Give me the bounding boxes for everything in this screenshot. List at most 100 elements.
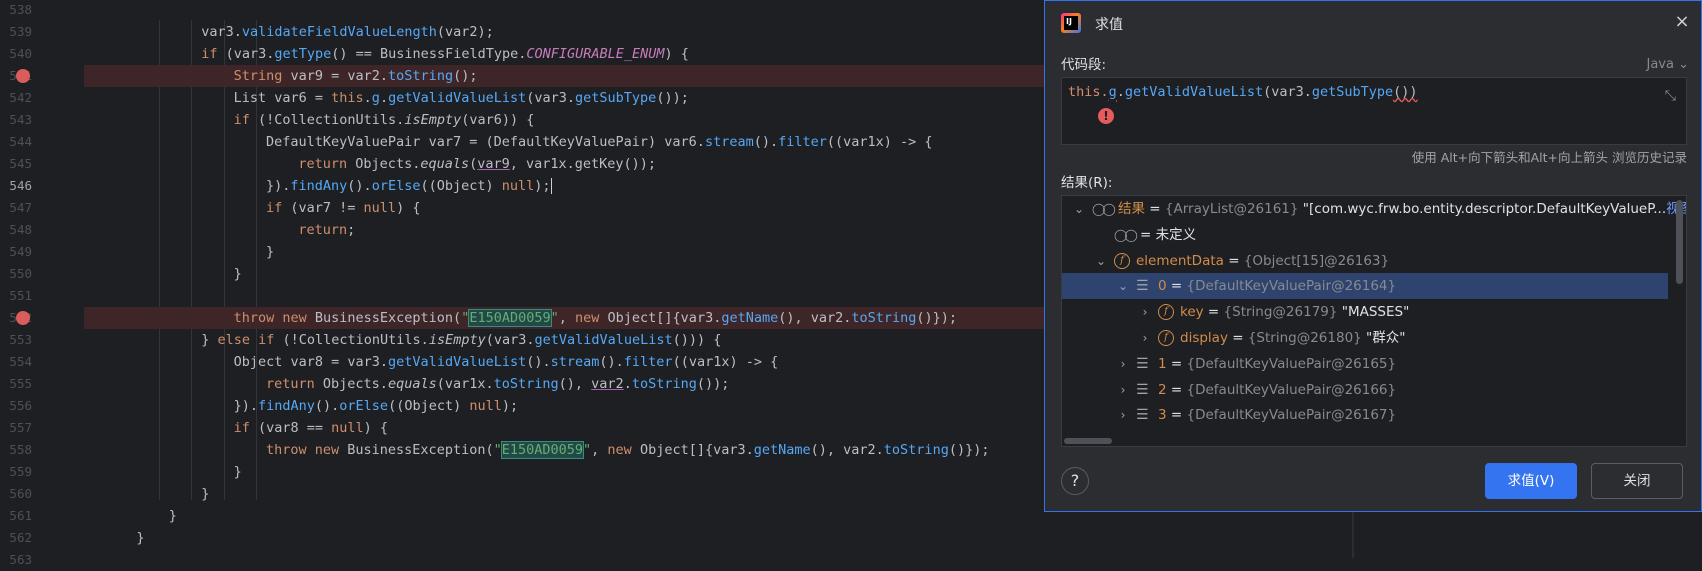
code-token: ) { [396,200,421,216]
expression-method: getValidValueList [1124,84,1264,100]
code-line[interactable]: } [169,505,177,527]
chevron-down-icon[interactable]: ⌄ [1116,273,1130,299]
chevron-right-icon[interactable]: › [1116,402,1130,428]
line-number[interactable]: 544 [0,131,32,153]
code-token: ) { [664,46,689,62]
tree-type: {Object[15]@26163} [1243,252,1390,269]
line-number[interactable]: 542 [0,87,32,109]
code-line[interactable]: }).findAny().orElse((Object) null); [234,395,519,417]
expand-icon[interactable]: ⤡ [1665,88,1676,104]
horizontal-scrollbar[interactable] [1064,438,1112,444]
code-line[interactable]: if (!CollectionUtils.isEmpty(var6)) { [234,109,535,131]
line-number[interactable]: 561 [0,505,32,527]
tree-row[interactable]: = 未定义 [1062,222,1668,248]
line-number[interactable]: 549 [0,241,32,263]
code-line[interactable]: if (var3.getType() == BusinessFieldType.… [201,43,689,65]
field-icon: f [1114,252,1130,269]
code-line[interactable]: if (var8 == null) { [234,417,388,439]
chevron-down-icon[interactable]: ⌄ [1072,196,1086,222]
tree-row-text: 0 = {DefaultKeyValuePair@26164} [1158,273,1396,299]
code-line[interactable]: } else if (!CollectionUtils.isEmpty(var3… [201,329,721,351]
breakpoint-icon[interactable] [16,311,30,325]
line-number[interactable]: 550 [0,263,32,285]
line-number[interactable]: 548 [0,219,32,241]
close-button[interactable]: 关闭 [1591,463,1683,499]
code-area[interactable]: var3.validateFieldValueLength(var2); if (… [84,0,1046,558]
result-tree[interactable]: › ☰ 3 = {DefaultKeyValuePair@26167} › ☰ 2 = {… [1061,195,1687,447]
line-number[interactable]: 553 [0,329,32,351]
tree-row-text: = 未定义 [1140,222,1196,248]
code-line[interactable]: throw new BusinessException("E150AD0059"… [266,439,989,461]
chevron-right-icon[interactable]: › [1138,325,1152,351]
line-number[interactable]: 546 [0,175,32,197]
tree-row[interactable]: › f display = {String@26180} "群众" [1062,325,1668,351]
chevron-right-icon[interactable]: › [1116,351,1130,377]
code-token: (var2); [436,24,494,40]
line-number[interactable]: 545 [0,153,32,175]
line-number[interactable]: 555 [0,373,32,395]
close-icon[interactable]: × [1671,11,1693,33]
code-editor[interactable]: 5385395405415425435445455465475485495505… [0,0,1046,567]
code-line[interactable]: return Objects.equals(var9, var1x.getKey… [298,153,656,175]
chevron-right-icon[interactable]: › [1138,299,1152,325]
tree-row[interactable]: ⌄ f elementData = {Object[15]@26163} [1062,248,1668,274]
code-token: } [201,486,210,502]
tree-row[interactable]: › f key = {String@26179} "MASSES" [1062,299,1668,325]
line-number[interactable]: 554 [0,351,32,373]
line-number[interactable]: 539 [0,21,32,43]
code-line[interactable]: List var6 = this.g.getValidValueList(var… [234,87,689,109]
code-line[interactable]: throw new BusinessException("E150AD0059"… [234,307,957,329]
code-line[interactable]: DefaultKeyValuePair var7 = (DefaultKeyVa… [266,131,933,153]
code-line[interactable]: Object var8 = var3.getValidValueList().s… [234,351,779,373]
code-line[interactable]: } [266,241,274,263]
chevron-right-icon[interactable]: › [1116,377,1130,403]
expression-text[interactable]: this.g.getValidValueList(var3.getSubType… [1068,84,1418,100]
help-button[interactable]: ? [1061,467,1089,495]
line-number[interactable]: 547 [0,197,32,219]
code-line[interactable]: String var9 = var2.toString(); [234,65,478,87]
line-number[interactable]: 563 [0,549,32,571]
line-number[interactable]: 556 [0,395,32,417]
code-line[interactable]: if (var7 != null) { [266,197,420,219]
line-number[interactable]: 558 [0,439,32,461]
evaluate-button[interactable]: 求值(V) [1485,463,1577,499]
tree-var-name: 结果 [1118,201,1145,217]
code-line[interactable]: }).findAny().orElse((Object) null); [266,175,552,197]
error-icon[interactable]: ! [1098,108,1114,124]
code-line[interactable]: } [201,483,209,505]
tree-row[interactable]: › ☰ 2 = {DefaultKeyValuePair@26166} [1062,377,1668,403]
code-token: (! [274,332,299,348]
code-line[interactable]: } [234,263,242,285]
chevron-down-icon[interactable]: ⌄ [1094,248,1108,274]
code-line[interactable]: var3.validateFieldValueLength(var2); [201,21,494,43]
line-number[interactable]: 562 [0,527,32,549]
code-token: (var7 != [282,200,364,216]
code-token: " [493,442,502,458]
line-number[interactable]: 540 [0,43,32,65]
code-token: BusinessFieldType [380,46,519,62]
line-number[interactable]: 543 [0,109,32,131]
line-number[interactable]: 560 [0,483,32,505]
expression-editor[interactable]: this.g.getValidValueList(var3.getSubType… [1061,77,1687,145]
language-selector[interactable]: Java ⌄ [1646,57,1689,72]
expression-close: ()) [1393,84,1418,100]
code-line[interactable]: } [234,461,242,483]
line-number-gutter[interactable]: 5385395405415425435445455465475485495505… [0,0,64,567]
line-number[interactable]: 551 [0,285,32,307]
breakpoint-icon[interactable] [16,69,30,83]
code-line[interactable]: return; [298,219,355,241]
tree-row[interactable]: › ☰ 3 = {DefaultKeyValuePair@26167} [1062,402,1668,428]
dialog-title-bar[interactable]: IJ 求值 × [1045,1,1701,47]
line-number[interactable]: 559 [0,461,32,483]
tree-row[interactable]: ⌄ ☰ 0 = {DefaultKeyValuePair@26164} [1062,273,1668,300]
code-line[interactable]: return Objects.equals(var1x.toString(), … [266,373,729,395]
line-number[interactable]: 538 [0,0,32,21]
code-token: ()); [696,376,730,392]
code-line[interactable]: } [136,527,144,549]
tree-row[interactable]: › ☰ 1 = {DefaultKeyValuePair@26165} [1062,351,1668,377]
line-number[interactable]: 557 [0,417,32,439]
vertical-scrollbar[interactable] [1676,200,1683,284]
tree-row[interactable]: ⌄ 结果 = {ArrayList@26161} "[com.wyc.frw.bo… [1062,196,1686,222]
code-token: toString [493,376,559,392]
code-token: var3. [201,24,242,40]
